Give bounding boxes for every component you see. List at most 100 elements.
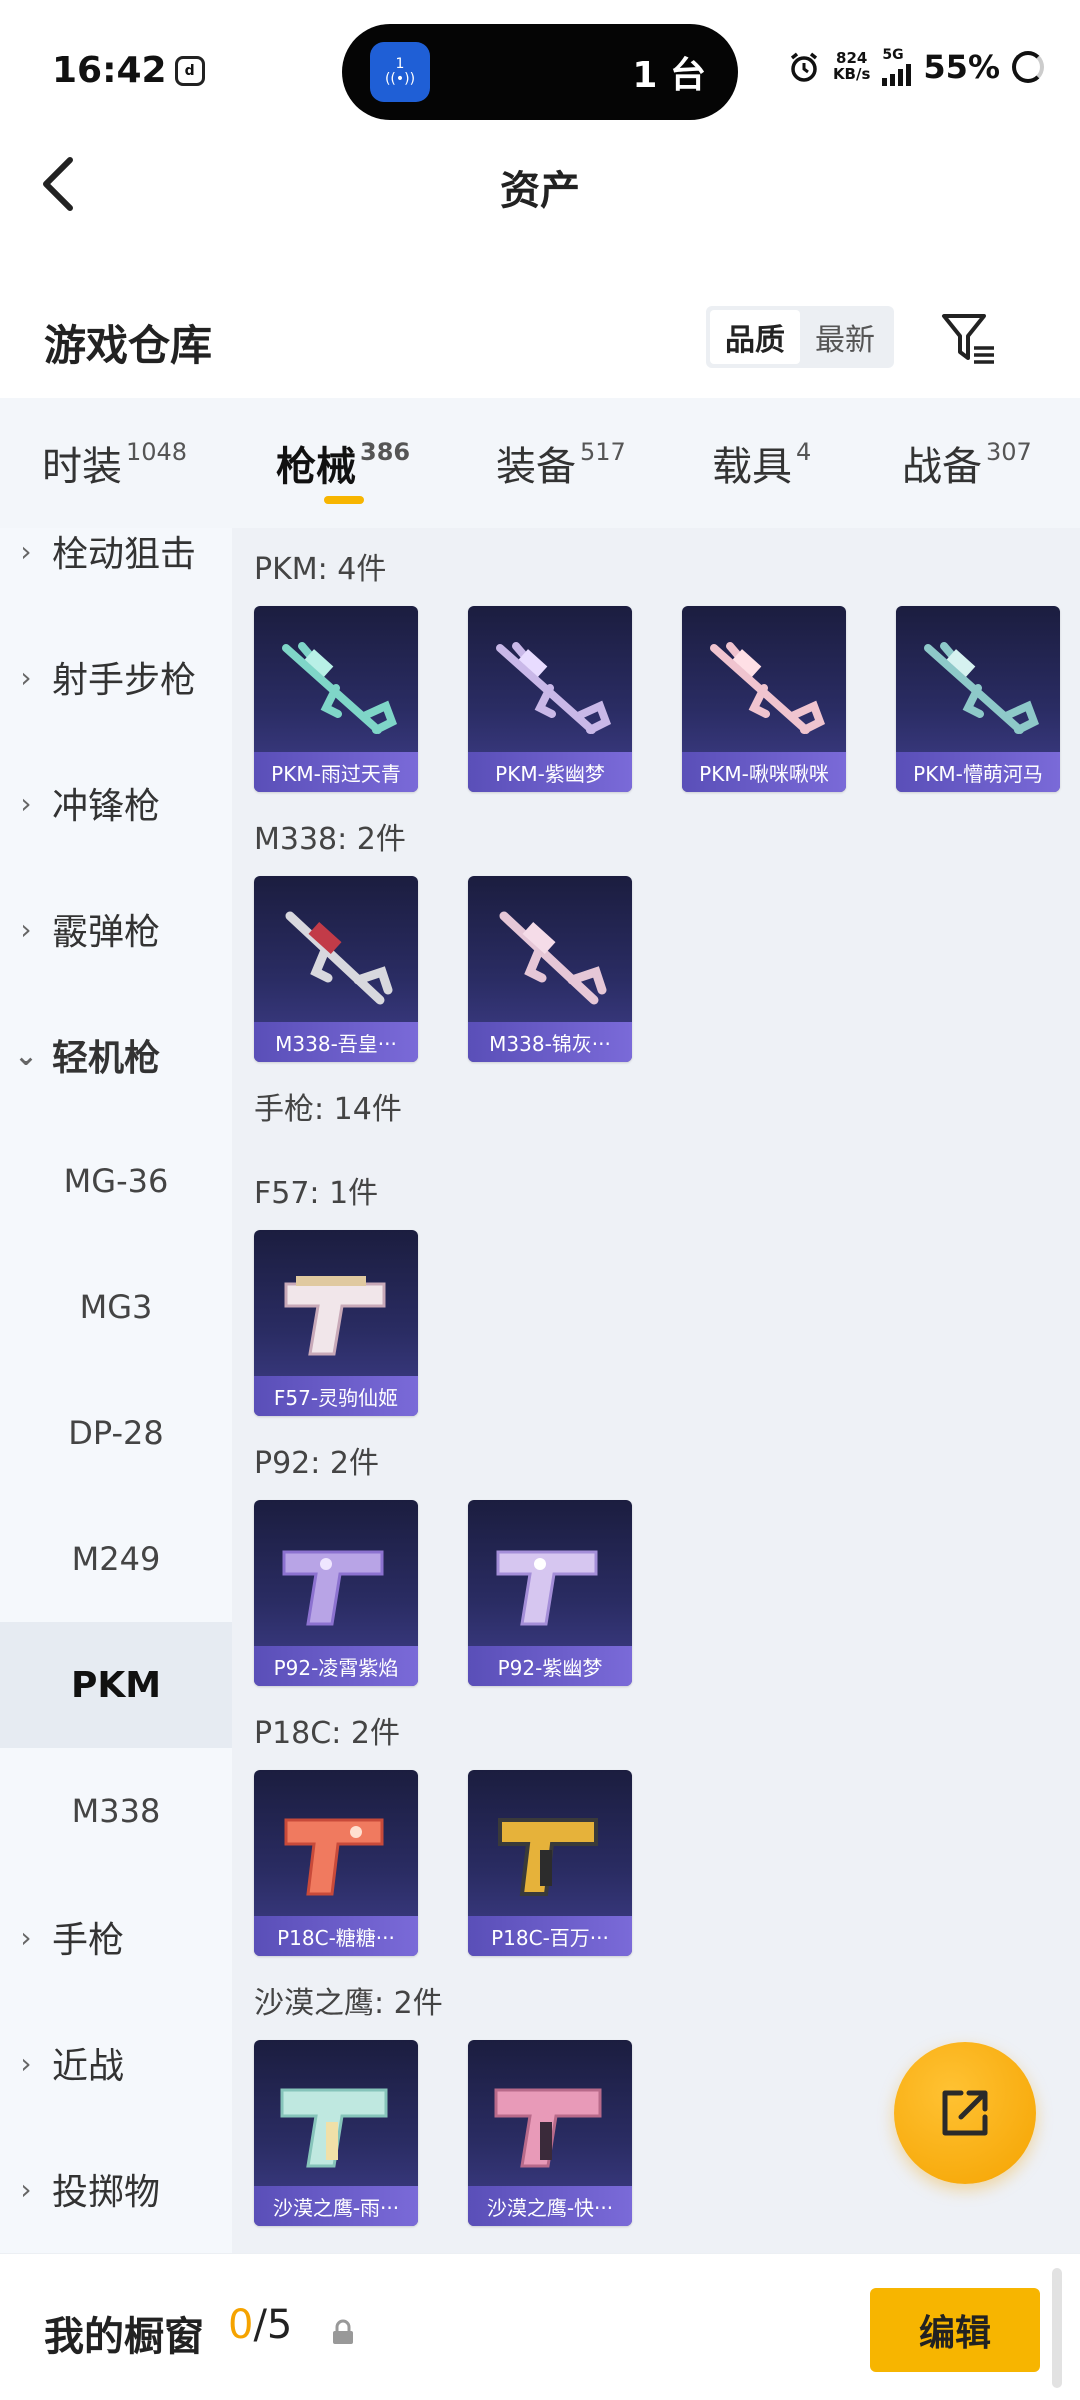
item-card[interactable]: P92-凌霄紫焰 [254,1500,418,1686]
group-title-pkm: PKM: 4件 [254,552,387,587]
sidebar-item-label: 冲锋枪 [52,786,161,827]
tab-count: 307 [986,438,1032,466]
sidebar-item-pkm[interactable]: PKM [0,1622,232,1748]
group-title-deagle: 沙漠之鹰: 2件 [254,1986,443,2021]
item-card-label: PKM-紫幽梦 [468,752,632,792]
tab-fashion[interactable]: 时装 1048 [42,434,187,492]
item-card-label: PKM-懵萌河马 [896,752,1060,792]
pistol-icon [284,1276,386,1356]
sidebar-item-label: 射手步枪 [52,660,197,701]
group-title-p18c: P18C: 2件 [254,1716,400,1751]
tab-label: 载具 [712,444,792,490]
item-card[interactable]: PKM-雨过天青 [254,606,418,792]
sidebar-item-throwable[interactable]: › 投掷物 [0,2126,232,2252]
sidebar-item-m249[interactable]: M249 [0,1496,232,1622]
item-grid: PKM: 4件 PKM-雨过天青 PKM-紫幽梦 PKM-啾咪啾咪 PKM-懵萌… [232,528,1080,2253]
warehouse-title: 游戏仓库 [44,321,213,370]
item-card[interactable]: P18C-糖糖··· [254,1770,418,1956]
edit-button[interactable]: 编辑 [870,2288,1040,2372]
tab-count: 1048 [126,438,188,466]
item-card[interactable]: 沙漠之鹰-雨··· [254,2040,418,2226]
sidebar-item-label: 手枪 [52,1920,125,1961]
item-card[interactable]: M338-锦灰··· [468,876,632,1062]
item-card[interactable]: PKM-啾咪啾咪 [682,606,846,792]
group-title-pistol: 手枪: 14件 [254,1092,402,1127]
lock-icon [333,2319,353,2344]
showcase-count-total: /5 [253,2302,293,2348]
tab-supplies[interactable]: 战备 307 [902,434,1032,492]
showcase-count: 0/5 [228,2302,292,2348]
battery-percent: 55% [923,48,1000,86]
alarm-icon [790,52,818,82]
tab-vehicles[interactable]: 载具 4 [712,434,811,492]
tab-count: 4 [796,438,812,466]
chevron-right-icon: › [20,660,32,694]
sidebar-item-mg36[interactable]: MG-36 [0,1118,232,1244]
sidebar-item-marksman[interactable]: › 射手步枪 [0,614,232,740]
filter-icon[interactable] [940,310,998,368]
dynamic-island[interactable]: 1 ((•)) 1 台 [342,24,738,120]
rifle-icon [924,642,1040,734]
island-badge: 1 [395,55,405,72]
tab-label: 战备 [902,444,982,490]
item-card-label: PKM-雨过天青 [254,752,418,792]
signal-icon [882,62,912,86]
scrollbar[interactable] [1052,2268,1062,2388]
sidebar-item-dp28[interactable]: DP-28 [0,1370,232,1496]
group-title-m338: M338: 2件 [254,822,406,857]
item-card[interactable]: PKM-紫幽梦 [468,606,632,792]
sidebar-item-m338[interactable]: M338 [0,1748,232,1874]
sidebar-item-smg[interactable]: › 冲锋枪 [0,740,232,866]
rifle-icon [285,911,393,1005]
sidebar-item-melee[interactable]: › 近战 [0,2000,232,2126]
sort-newest-button[interactable]: 最新 [800,310,890,364]
rifle-icon [282,642,398,734]
tab-count: 386 [360,438,411,466]
rifle-icon [499,911,607,1005]
item-card[interactable]: P92-紫幽梦 [468,1500,632,1686]
tab-count: 517 [580,438,626,466]
item-card-label: 沙漠之鹰-快··· [468,2186,632,2226]
speed-unit: KB/s [832,65,871,83]
tab-guns[interactable]: 枪械 386 [276,434,410,492]
showcase-title: 我的橱窗 [44,2314,204,2360]
sidebar-item-shotgun[interactable]: › 霰弹枪 [0,866,232,992]
pistol-icon [494,2088,602,2168]
chevron-right-icon: › [20,1920,32,1954]
item-card-label: P18C-糖糖··· [254,1916,418,1956]
item-card[interactable]: PKM-懵萌河马 [896,606,1060,792]
sidebar-item-bolt-sniper[interactable]: › 栓动狙击 [0,528,232,614]
page-title: 资产 [500,168,580,214]
chevron-right-icon: › [20,786,32,820]
sidebar-item-lmg[interactable]: ⌄ 轻机枪 [0,992,232,1118]
chevron-right-icon: › [20,2046,32,2080]
sidebar-item-label: 霰弹枪 [52,912,161,953]
tab-equipment[interactable]: 装备 517 [496,434,626,492]
item-card[interactable]: M338-吾皇··· [254,876,418,1062]
item-card[interactable]: F57-灵驹仙姬 [254,1230,418,1416]
chevron-right-icon: › [20,2172,32,2206]
item-card-label: PKM-啾咪啾咪 [682,752,846,792]
sidebar-item-label: 投掷物 [52,2172,161,2213]
item-card-label: P92-紫幽梦 [468,1646,632,1686]
rifle-icon [496,642,612,734]
signal-group: 5G [882,48,912,86]
sidebar-item-mg3[interactable]: MG3 [0,1244,232,1370]
category-tabs: 时装 1048 枪械 386 装备 517 载具 4 战备 307 [0,398,1080,528]
chevron-down-icon: ⌄ [14,1038,38,1072]
sidebar-item-pistol[interactable]: › 手枪 [0,1874,232,2000]
showcase-count-current: 0 [228,2302,254,2348]
broadcast-icon: 1 ((•)) [370,42,430,102]
clock-text: 16:42 [52,50,167,91]
rifle-icon [710,642,826,734]
sort-quality-button[interactable]: 品质 [710,310,800,364]
item-card-label: M338-锦灰··· [468,1022,632,1062]
item-card[interactable]: P18C-百万··· [468,1770,632,1956]
share-button[interactable] [894,2042,1036,2184]
item-card-label: M338-吾皇··· [254,1022,418,1062]
status-bar: 16:42 d 1 ((•)) 1 台 824 KB/s 5G 55% [0,0,1080,140]
item-card[interactable]: 沙漠之鹰-快··· [468,2040,632,2226]
pistol-icon [280,2088,388,2168]
sidebar-item-label: 轻机枪 [52,1038,161,1079]
group-title-f57: F57: 1件 [254,1176,379,1211]
